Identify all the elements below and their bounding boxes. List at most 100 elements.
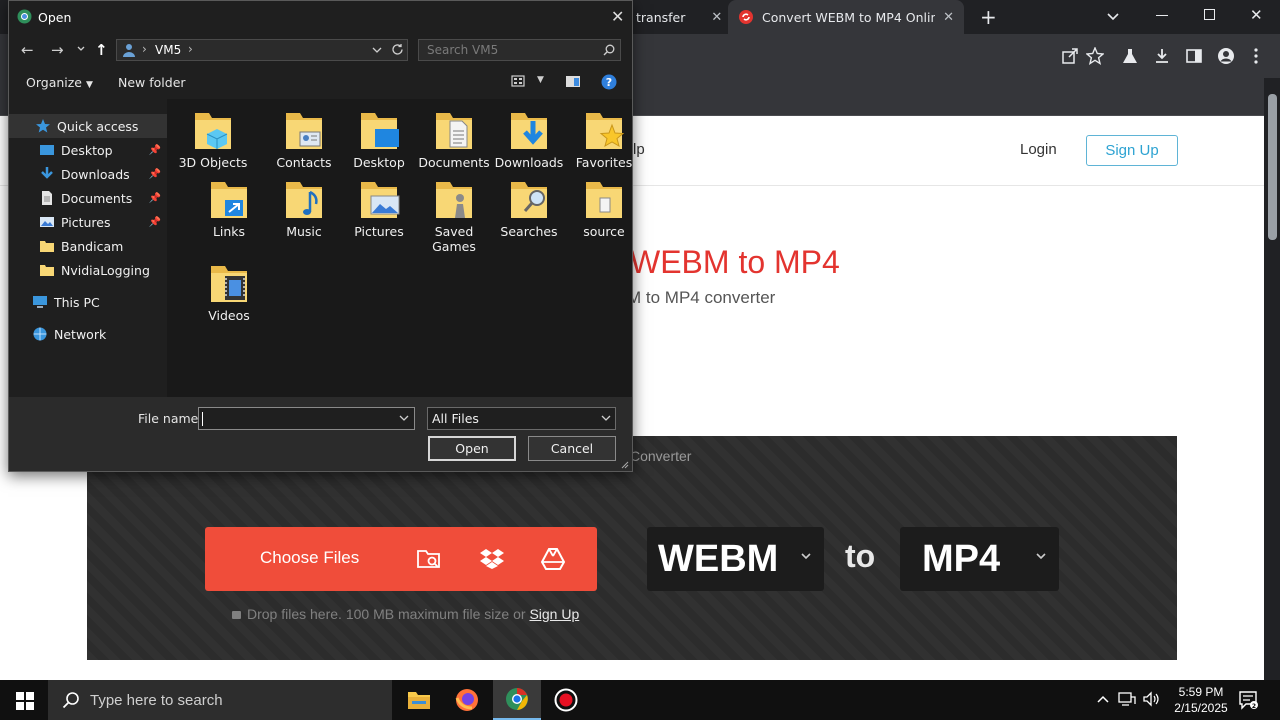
address-bar[interactable]: › VM5 ›	[116, 39, 408, 61]
folder-favorites[interactable]: Favorites	[568, 109, 640, 170]
window-close-icon[interactable]: ✕	[1250, 6, 1263, 24]
nav-label: NvidiaLogging	[61, 262, 150, 278]
nav-item-pictures[interactable]: Pictures 📌	[9, 210, 167, 234]
nav-item-network[interactable]: Network	[9, 322, 167, 346]
network-status-icon[interactable]	[1118, 691, 1136, 707]
folder-pictures[interactable]: Pictures	[343, 178, 415, 239]
tab-transfer[interactable]: transfer ✕	[636, 0, 724, 34]
forward-arrow-icon[interactable]: →	[51, 41, 64, 59]
folder-label: source	[583, 224, 625, 239]
folder-source[interactable]: source	[568, 178, 640, 239]
back-arrow-icon[interactable]: ←	[21, 41, 34, 59]
document-icon	[39, 190, 55, 206]
to-format-select[interactable]: MP4	[900, 527, 1059, 591]
taskbar-search-box[interactable]: Type here to search	[48, 680, 392, 720]
close-tab-icon[interactable]: ✕	[711, 10, 722, 25]
open-button[interactable]: Open	[428, 436, 516, 461]
signup-link[interactable]: Sign Up	[529, 606, 579, 622]
scrollbar-thumb[interactable]	[1268, 94, 1277, 240]
restore-icon[interactable]	[1204, 9, 1215, 20]
login-link[interactable]: Login	[1020, 141, 1057, 158]
new-tab-button[interactable]: +	[980, 5, 997, 29]
volume-icon[interactable]	[1142, 691, 1160, 707]
folder-desktop[interactable]: Desktop	[343, 109, 415, 170]
new-folder-button[interactable]: New folder	[118, 75, 186, 90]
nav-label: Bandicam	[61, 238, 124, 254]
folder-downloads[interactable]: Downloads	[493, 109, 565, 170]
close-tab-icon[interactable]: ✕	[943, 10, 954, 25]
pin-icon: 📌	[148, 216, 161, 228]
network-icon	[32, 326, 48, 342]
nav-label: Documents	[61, 190, 133, 206]
up-arrow-icon[interactable]: ↑	[95, 41, 108, 59]
text-cursor	[202, 412, 203, 426]
folder-label: Searches	[500, 224, 558, 239]
tab-search-icon[interactable]	[1106, 9, 1120, 23]
star-icon	[35, 118, 51, 134]
tab-label: Convert WEBM to MP4 Online &	[762, 9, 936, 25]
dropbox-icon[interactable]	[479, 548, 505, 570]
choose-files-button[interactable]: Choose Files	[205, 527, 597, 591]
dialog-search-box[interactable]: Search VM5	[418, 39, 621, 61]
from-format-select[interactable]: WEBM	[647, 527, 824, 591]
share-icon[interactable]	[1058, 44, 1082, 68]
cancel-button[interactable]: Cancel	[528, 436, 616, 461]
preview-pane-icon[interactable]	[565, 75, 581, 88]
minimize-icon[interactable]	[1156, 15, 1168, 16]
folder-saved-games[interactable]: Saved Games	[418, 178, 490, 254]
nav-item-nvidialogging[interactable]: NvidiaLogging	[9, 258, 167, 282]
svg-text:?: ?	[606, 76, 612, 89]
nav-item-desktop[interactable]: Desktop 📌	[9, 138, 167, 162]
show-hidden-icons-chevron-icon[interactable]	[1097, 694, 1109, 704]
bookmark-star-icon[interactable]	[1083, 44, 1107, 68]
breadcrumb-separator-icon: ›	[142, 42, 147, 56]
folder-links[interactable]: Links	[193, 178, 265, 239]
nav-item-this-pc[interactable]: This PC	[9, 290, 167, 314]
clock-date: 2/15/2025	[1174, 701, 1228, 715]
menu-icon[interactable]	[1244, 44, 1268, 68]
tab-convert-webm[interactable]: Convert WEBM to MP4 Online & ✕	[728, 0, 964, 34]
folder-search-icon[interactable]	[417, 548, 443, 570]
windows-start-icon[interactable]	[16, 692, 34, 710]
notifications-icon[interactable]: 2	[1238, 690, 1258, 710]
chevron-down-icon[interactable]	[399, 415, 409, 422]
taskbar-chrome-icon[interactable]	[493, 680, 541, 720]
organize-button[interactable]: Organize ▼	[26, 75, 93, 90]
recent-locations-icon[interactable]	[77, 46, 85, 52]
folder-videos[interactable]: Videos	[193, 262, 265, 323]
to-label: to	[845, 538, 876, 574]
refresh-icon[interactable]	[391, 43, 404, 56]
folder-searches[interactable]: Searches	[493, 178, 565, 239]
folder-3d-objects[interactable]: 3D Objects	[177, 109, 249, 170]
chevron-down-icon[interactable]	[372, 47, 382, 54]
converter-title: Converter	[630, 448, 692, 464]
taskbar-file-explorer-icon[interactable]	[395, 680, 443, 720]
taskbar-recorder-icon[interactable]	[542, 680, 590, 720]
signup-button[interactable]: Sign Up	[1086, 135, 1178, 166]
labs-flask-icon[interactable]	[1118, 44, 1142, 68]
drop-files-note: Drop files here. 100 MB maximum file siz…	[232, 606, 579, 622]
nav-item-quick-access[interactable]: Quick access	[9, 114, 167, 138]
dialog-close-icon[interactable]: ✕	[611, 7, 624, 26]
file-type-filter-select[interactable]: All Files	[427, 407, 616, 430]
taskbar-clock[interactable]: 5:59 PM 2/15/2025	[1166, 684, 1236, 716]
resize-grip-icon[interactable]	[621, 461, 629, 469]
taskbar-firefox-icon[interactable]	[443, 680, 491, 720]
profile-icon[interactable]	[1214, 44, 1238, 68]
download-icon[interactable]	[1150, 44, 1174, 68]
nav-item-bandicam[interactable]: Bandicam	[9, 234, 167, 258]
address-current-folder[interactable]: VM5	[155, 43, 181, 57]
google-drive-icon[interactable]	[541, 548, 565, 570]
change-view-icon[interactable]	[511, 75, 525, 87]
pin-icon: 📌	[148, 168, 161, 180]
search-icon[interactable]	[603, 44, 615, 56]
folder-music[interactable]: Music	[268, 178, 340, 239]
help-icon[interactable]: ?	[601, 74, 617, 90]
view-options-chevron-icon[interactable]: ▼	[537, 75, 544, 85]
nav-item-documents[interactable]: Documents 📌	[9, 186, 167, 210]
nav-item-downloads[interactable]: Downloads 📌	[9, 162, 167, 186]
file-name-input[interactable]	[198, 407, 415, 430]
folder-documents[interactable]: Documents	[418, 109, 490, 170]
folder-contacts[interactable]: Contacts	[268, 109, 340, 170]
side-panel-icon[interactable]	[1182, 44, 1206, 68]
